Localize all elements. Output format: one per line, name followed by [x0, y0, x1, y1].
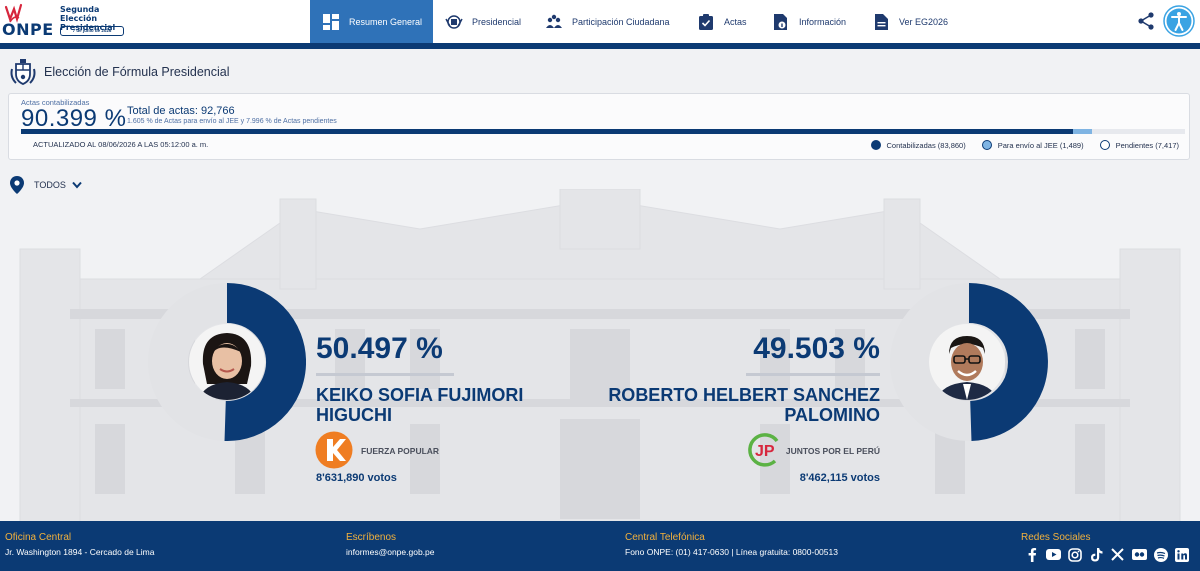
candidate-2-party: JUNTOS POR EL PERÚ	[785, 446, 880, 456]
candidate-1-name: KEIKO SOFIA FUJIMORI HIGUCHI	[316, 385, 523, 425]
candidate-1-percent: 50.497 %	[316, 332, 443, 365]
legend-jee: Para envío al JEE (1,489)	[981, 140, 1084, 150]
candidate-1-party: FUERZA POPULAR	[361, 446, 440, 456]
nav-label: Actas	[724, 16, 747, 27]
legend-label: Contabilizadas (83,860)	[886, 140, 966, 150]
updated-timestamp: ACTUALIZADO AL 08/06/2026 A LAS 05:12:00…	[33, 140, 209, 149]
legend-dot-icon	[1099, 140, 1110, 150]
candidate-2-name-line2: PALOMINO	[784, 405, 880, 425]
legend-pendientes: Pendientes (7,417)	[1099, 140, 1179, 150]
nav-informacion[interactable]: Información	[760, 0, 860, 43]
nav-label: Resumen General	[349, 16, 423, 27]
legend-dot-icon	[870, 140, 881, 150]
election-date: 7 de junio de 2026	[60, 26, 124, 36]
document-info-icon	[772, 13, 790, 30]
flickr-icon[interactable]	[1131, 547, 1147, 562]
candidate-1-votes: 8'631,890 votos	[316, 472, 397, 484]
legend-dot-icon	[981, 140, 992, 150]
progress-segment-contabilizadas	[21, 129, 1074, 134]
chevron-down-icon	[72, 181, 82, 189]
progress-legend: Contabilizadas (83,860) Para envío al JE…	[855, 140, 1179, 150]
site-footer: Oficina Central Jr. Washington 1894 - Ce…	[0, 521, 1200, 571]
share-icon[interactable]	[1138, 12, 1154, 30]
office-address: Jr. Washington 1894 - Cercado de Lima	[5, 547, 155, 557]
fuerza-popular-logo-icon	[315, 431, 353, 469]
legend-contabilizadas: Contabilizadas (83,860)	[870, 140, 966, 150]
candidate-1-photo	[189, 324, 265, 400]
write-heading: Escríbenos	[346, 532, 397, 543]
youtube-icon[interactable]	[1045, 547, 1061, 562]
social-links	[1024, 547, 1196, 562]
onpe-logo-text: ONPE	[2, 20, 54, 39]
candidate-2-name: ROBERTO HELBERT SANCHEZ PALOMINO	[580, 385, 880, 425]
nav-label: Presidencial	[472, 16, 522, 27]
section-title: Elección de Fórmula Presidencial	[44, 65, 230, 79]
actas-progress-bar	[21, 129, 1185, 134]
peru-coat-of-arms-icon	[10, 59, 36, 85]
candidate-2-photo	[929, 324, 1005, 400]
location-pin-icon	[10, 176, 24, 194]
actas-progress-card: Actas contabilizadas 90.399 % Total de a…	[8, 93, 1190, 160]
actas-total: Total de actas: 92,766	[127, 105, 235, 117]
contact-email-link[interactable]: informes@onpe.gob.pe	[346, 547, 435, 557]
nav-actas[interactable]: Actas	[685, 0, 760, 43]
candidate-2-percent: 49.503 %	[753, 332, 880, 365]
main-content: Elección de Fórmula Presidencial Actas c…	[0, 49, 1200, 521]
actas-subtitle: 1.605 % de Actas para envío al JEE y 7.9…	[127, 118, 337, 125]
nav-participacion-ciudadana[interactable]: Participación Ciudadana	[533, 0, 685, 43]
onpe-brand[interactable]: ONPE Segunda Elección Presidencial 7 de …	[0, 0, 140, 43]
accessibility-icon[interactable]	[1163, 4, 1195, 38]
candidate-2-name-line1: ROBERTO HELBERT SANCHEZ	[608, 385, 880, 405]
seal-icon	[445, 14, 463, 30]
region-filter-dropdown[interactable]: TODOS	[10, 176, 82, 194]
phone-numbers: Fono ONPE: (01) 417-0630 | Línea gratuit…	[625, 547, 838, 557]
nav-presidencial[interactable]: Presidencial	[433, 0, 533, 43]
nav-label: Ver EG2026	[899, 16, 949, 27]
candidate-1-name-line2: HIGUCHI	[316, 405, 392, 425]
legend-label: Para envío al JEE (1,489)	[997, 140, 1084, 150]
document-icon	[872, 13, 890, 30]
people-icon	[545, 14, 563, 30]
candidate-1-name-line1: KEIKO SOFIA FUJIMORI	[316, 385, 524, 405]
candidate-2-divider	[746, 373, 880, 376]
dashboard-icon	[322, 13, 340, 30]
tiktok-icon[interactable]	[1089, 547, 1104, 562]
filter-label: TODOS	[34, 180, 66, 190]
instagram-icon[interactable]	[1067, 547, 1082, 562]
facebook-icon[interactable]	[1024, 547, 1039, 562]
clipboard-check-icon	[697, 13, 715, 30]
nav-resumen-general[interactable]: Resumen General	[310, 0, 433, 43]
candidate-2-votes: 8'462,115 votos	[799, 472, 880, 484]
top-header: ONPE Segunda Elección Presidencial 7 de …	[0, 0, 1200, 43]
phone-heading: Central Telefónica	[625, 532, 705, 543]
progress-segment-jee	[1073, 129, 1092, 134]
social-heading: Redes Sociales	[1021, 532, 1091, 543]
linkedin-icon[interactable]	[1175, 547, 1190, 562]
section-header: Elección de Fórmula Presidencial	[8, 57, 230, 87]
nav-ver-eg2026[interactable]: Ver EG2026	[860, 0, 950, 43]
main-nav: Resumen General Presidencial Participaci…	[310, 0, 950, 43]
candidate-1-divider	[316, 373, 454, 376]
nav-label: Participación Ciudadana	[572, 16, 670, 27]
legend-label: Pendientes (7,417)	[1115, 140, 1179, 150]
office-heading: Oficina Central	[5, 532, 72, 543]
spotify-icon[interactable]	[1153, 547, 1168, 562]
x-icon[interactable]	[1110, 547, 1125, 562]
nav-label: Información	[799, 16, 847, 27]
